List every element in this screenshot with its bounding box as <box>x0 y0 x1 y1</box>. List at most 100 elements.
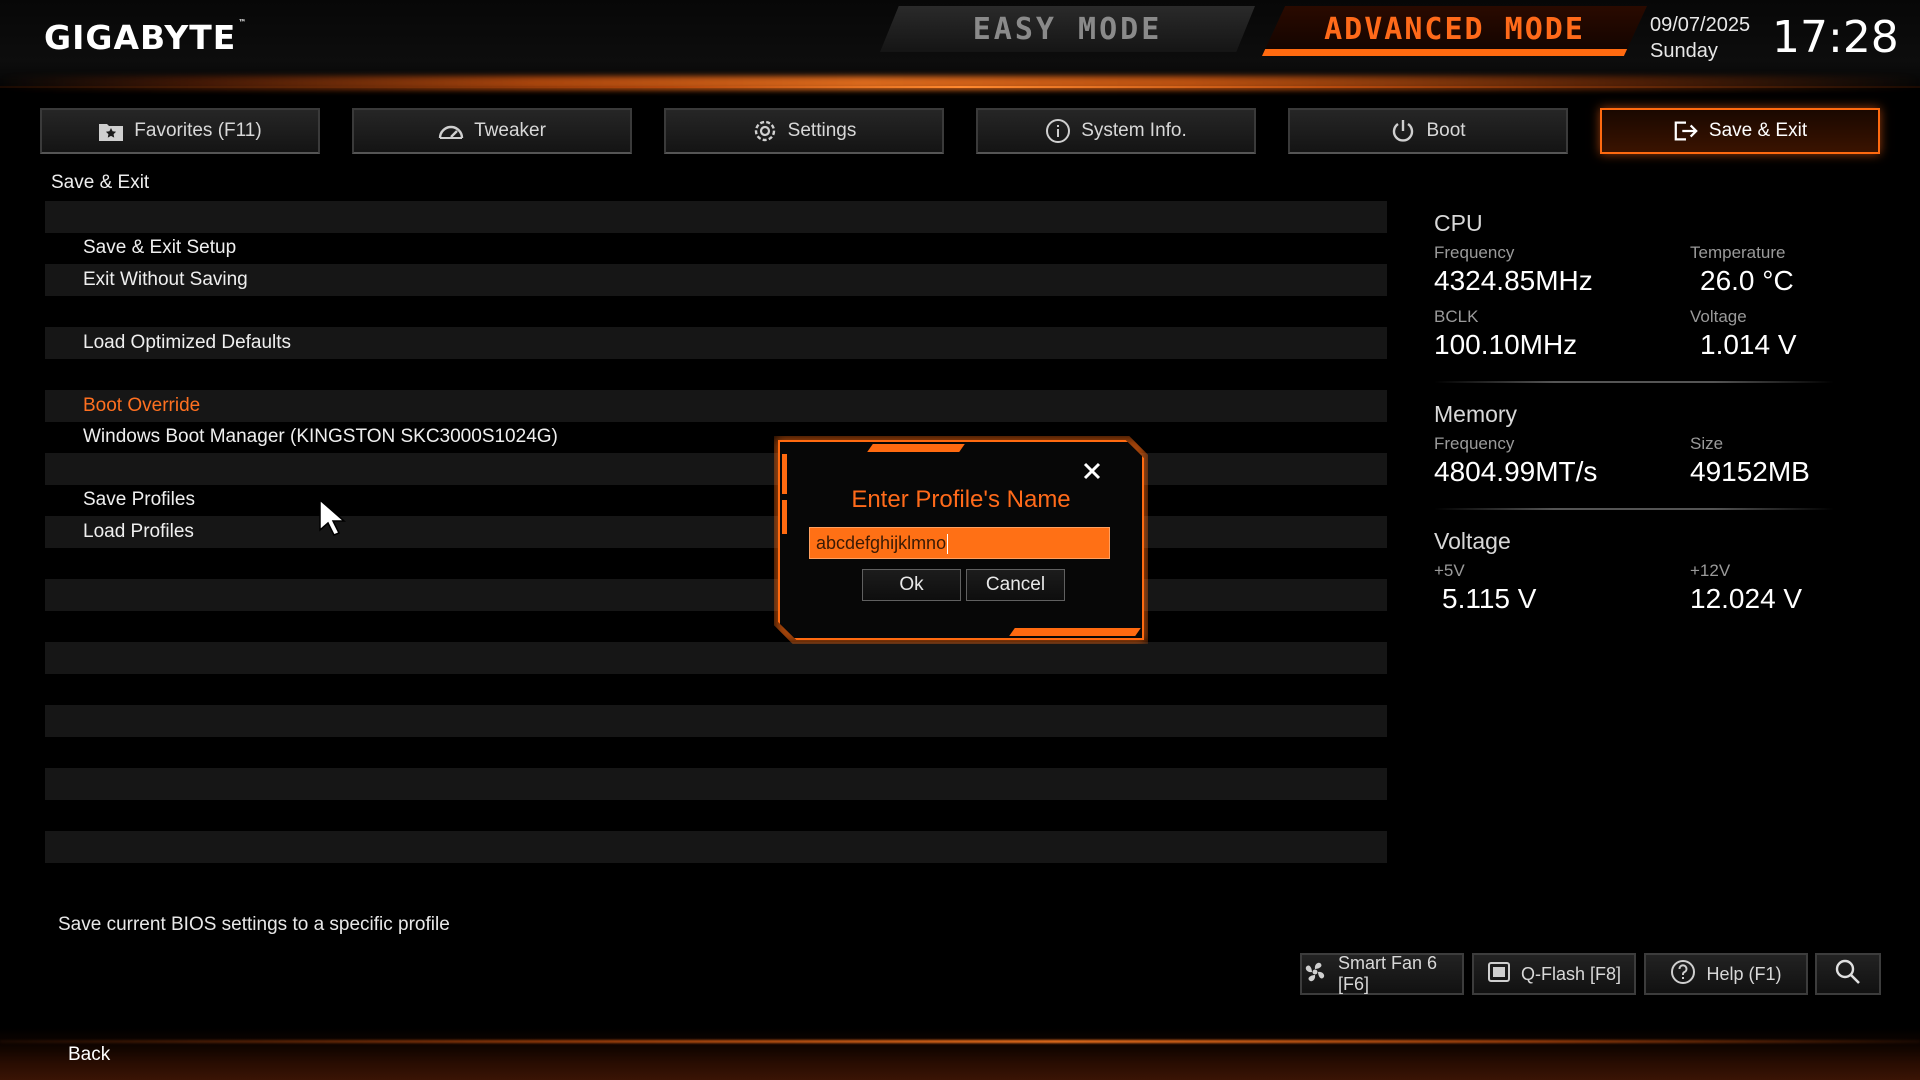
cancel-button[interactable]: Cancel <box>966 569 1065 601</box>
menu-item-label: Exit Without Saving <box>83 268 248 290</box>
tab-favorites-label: Favorites (F11) <box>134 120 262 141</box>
v12-value: 12.024 V <box>1690 583 1803 614</box>
menu-item-save-exit-setup[interactable]: Save & Exit Setup <box>45 233 1387 265</box>
exit-icon <box>1673 118 1699 144</box>
smart-fan-button[interactable]: Smart Fan 6 [F6] <box>1300 953 1464 995</box>
cpu-temperature-label: Temperature <box>1690 243 1786 262</box>
tab-tweaker-label: Tweaker <box>474 120 546 141</box>
list-row-empty <box>45 768 1387 800</box>
menu-item-load-optimized-defaults[interactable]: Load Optimized Defaults <box>45 327 1387 359</box>
cpu-voltage-value: 1.014 V <box>1700 329 1797 360</box>
list-row-empty <box>45 831 1387 863</box>
list-row-empty <box>45 548 1387 580</box>
clock: 17:28 <box>1772 12 1899 63</box>
menu-item-exit-without-saving[interactable]: Exit Without Saving <box>45 264 1387 296</box>
settings-list: Save & Exit Setup Exit Without Saving Lo… <box>45 201 1387 863</box>
group-label: Boot Override <box>83 394 201 416</box>
advanced-mode-tab[interactable]: ADVANCED MODE <box>1262 6 1647 56</box>
list-row-empty <box>45 611 1387 643</box>
memory-size-label: Size <box>1690 434 1724 453</box>
boot-override-header: Boot Override <box>45 390 1387 422</box>
close-icon[interactable] <box>1079 458 1105 484</box>
dialog-accent <box>782 500 787 534</box>
back-button[interactable]: Back <box>68 1044 110 1066</box>
gear-icon <box>752 118 778 144</box>
tab-settings-label: Settings <box>787 120 857 141</box>
memory-frequency-label: Frequency <box>1434 434 1515 453</box>
search-icon <box>1834 958 1862 991</box>
text-caret <box>947 534 949 555</box>
cpu-temperature-value: 26.0 °C <box>1700 265 1794 296</box>
menu-item-label: Load Profiles <box>83 520 194 542</box>
v12-label: +12V <box>1690 561 1731 580</box>
hardware-monitor-panel: CPU Frequency Temperature 4324.85MHz 26.… <box>1434 210 1834 625</box>
bottom-bar <box>0 1028 1920 1080</box>
memory-frequency-value: 4804.99MT/s <box>1434 456 1598 487</box>
gigabyte-logo: GIGABYTE ™ <box>44 18 248 57</box>
tab-system-info-label: System Info. <box>1081 120 1187 141</box>
menu-item-windows-boot-manager[interactable]: Windows Boot Manager (KINGSTON SKC3000S1… <box>45 422 1387 454</box>
memory-size-value: 49152MB <box>1690 456 1810 487</box>
tab-settings[interactable]: Settings <box>664 108 944 154</box>
dialog-accent <box>867 444 965 452</box>
tab-favorites[interactable]: Favorites (F11) <box>40 108 320 154</box>
section-title: Save & Exit <box>51 172 150 193</box>
tab-boot-label: Boot <box>1426 120 1466 141</box>
list-row-empty <box>45 359 1387 391</box>
list-row-empty <box>45 296 1387 328</box>
tab-save-exit[interactable]: Save & Exit <box>1600 108 1880 154</box>
menu-item-load-profiles[interactable]: Load Profiles <box>45 516 1387 548</box>
day-text: Sunday <box>1650 40 1718 62</box>
help-button[interactable]: Help (F1) <box>1644 953 1808 995</box>
qflash-label: Q-Flash [F8] <box>1520 963 1622 984</box>
smart-fan-label: Smart Fan 6 [F6] <box>1338 953 1438 994</box>
list-row-empty <box>45 642 1387 674</box>
star-folder-icon <box>98 118 124 144</box>
tab-system-info[interactable]: System Info. <box>976 108 1256 154</box>
list-row-empty <box>45 453 1387 485</box>
bclk-label: BCLK <box>1434 307 1479 326</box>
ok-button[interactable]: Ok <box>862 569 961 601</box>
cpu-voltage-label: Voltage <box>1690 307 1747 326</box>
power-icon <box>1390 118 1416 144</box>
help-label: Help (F1) <box>1706 963 1782 984</box>
dialog-accent <box>1009 628 1141 636</box>
cpu-frequency-label: Frequency <box>1434 243 1515 262</box>
easy-mode-tab[interactable]: EASY MODE <box>880 6 1255 52</box>
menu-item-label: Save Profiles <box>83 489 195 511</box>
date-text: 09/07/2025 <box>1650 14 1751 36</box>
date-display: 09/07/2025 Sunday <box>1650 12 1750 64</box>
profile-name-input[interactable]: abcdefghijklmno <box>809 527 1110 559</box>
cpu-frequency-value: 4324.85MHz <box>1434 265 1593 296</box>
tab-boot[interactable]: Boot <box>1288 108 1568 154</box>
tab-save-exit-label: Save & Exit <box>1708 120 1808 141</box>
qflash-button[interactable]: Q-Flash [F8] <box>1472 953 1636 995</box>
list-row-empty <box>45 201 1387 233</box>
menu-item-label: Save & Exit Setup <box>83 237 237 259</box>
search-button[interactable] <box>1815 953 1881 995</box>
bclk-value: 100.10MHz <box>1434 329 1578 360</box>
tab-tweaker[interactable]: Tweaker <box>352 108 632 154</box>
dialog-accent <box>782 454 787 494</box>
advanced-mode-label: ADVANCED MODE <box>1324 12 1585 47</box>
question-icon <box>1670 959 1696 990</box>
menu-item-save-profiles[interactable]: Save Profiles <box>45 485 1387 517</box>
menu-item-label: Windows Boot Manager (KINGSTON SKC3000S1… <box>83 426 558 448</box>
v5-label: +5V <box>1434 561 1465 580</box>
fan-icon <box>1302 959 1328 990</box>
dialog-title: Enter Profile's Name <box>851 486 1071 513</box>
easy-mode-label: EASY MODE <box>972 11 1163 47</box>
help-description: Save current BIOS settings to a specific… <box>58 914 450 935</box>
list-row-empty <box>45 705 1387 737</box>
panel-divider <box>1434 508 1834 510</box>
mouse-pointer-icon <box>318 498 348 541</box>
list-row-empty <box>45 800 1387 832</box>
list-row-empty <box>45 579 1387 611</box>
memory-title: Memory <box>1434 401 1518 427</box>
menu-item-label: Load Optimized Defaults <box>83 331 292 353</box>
panel-divider <box>1434 381 1834 383</box>
bottom-glow-line <box>0 1040 1920 1043</box>
cpu-title: CPU <box>1434 210 1483 236</box>
profile-name-value: abcdefghijklmno <box>816 533 947 553</box>
info-icon <box>1045 118 1071 144</box>
